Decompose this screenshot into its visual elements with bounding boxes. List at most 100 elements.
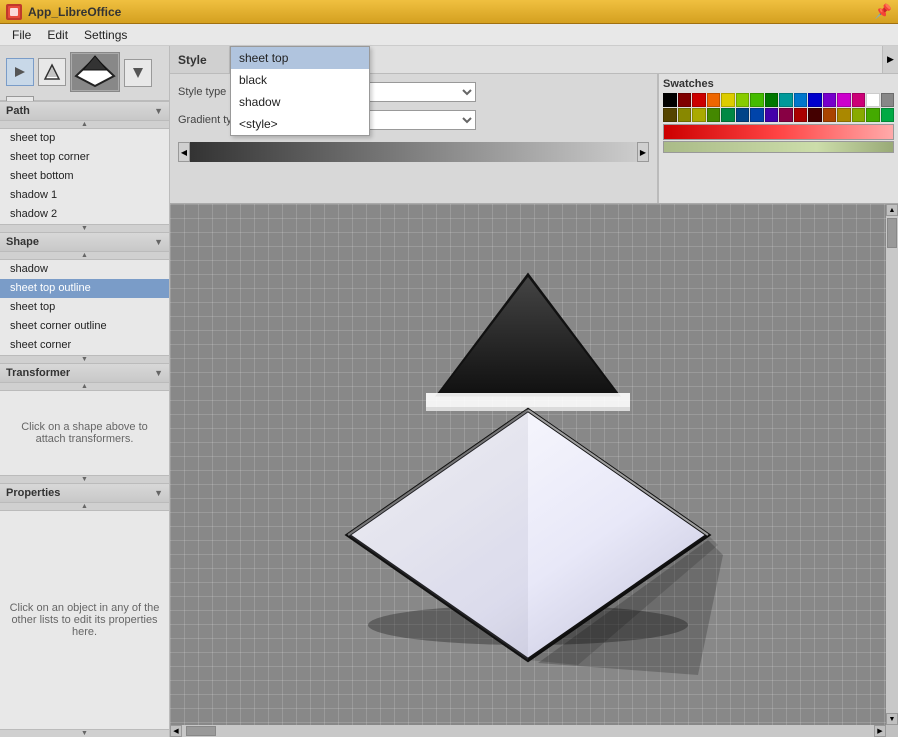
style-option-sheet-top[interactable]: sheet top [231,47,369,69]
left-sections: Path ▼ ▲ sheet top sheet top corner shee… [0,101,169,737]
gradient-scroll-right[interactable]: ▶ [637,142,649,162]
swatch-green[interactable] [750,93,764,107]
transformer-arrow-icon: ▼ [154,368,163,378]
swatch-r2-13[interactable] [837,108,851,122]
swatch-r2-8[interactable] [765,108,779,122]
properties-section-header[interactable]: Properties ▼ [0,483,169,503]
swatch-r2-1[interactable] [663,108,677,122]
swatch-r2-12[interactable] [823,108,837,122]
style-scroll-right[interactable]: ▶ [882,46,898,73]
vscroll-up-arrow[interactable]: ▲ [886,204,898,216]
properties-scroll-up[interactable]: ▲ [0,503,169,511]
menu-settings[interactable]: Settings [76,26,135,44]
toolbar-area [0,46,169,101]
path-item-shadow-1[interactable]: shadow 1 [0,186,169,205]
shape-item-sheet-corner-outline[interactable]: sheet corner outline [0,317,169,336]
path-item-sheet-bottom[interactable]: sheet bottom [0,167,169,186]
swatches-title: Swatches [663,78,894,90]
transformer-scroll-down[interactable]: ▼ [0,475,169,483]
swatch-black[interactable] [663,93,677,107]
red-gradient-swatch[interactable] [663,124,894,140]
path-scroll-up[interactable]: ▲ [0,121,169,129]
swatch-r2-10[interactable] [794,108,808,122]
swatch-r2-14[interactable] [852,108,866,122]
gradient-scroll-left[interactable]: ◀ [178,142,190,162]
path-item-sheet-top[interactable]: sheet top [0,129,169,148]
swatch-r2-16[interactable] [881,108,895,122]
hscroll-track[interactable] [182,725,874,737]
shape-item-sheet-top[interactable]: sheet top [0,298,169,317]
swatch-yellow-green[interactable] [736,93,750,107]
swatch-r2-11[interactable] [808,108,822,122]
vscroll-down-arrow[interactable]: ▼ [886,713,898,725]
swatch-teal[interactable] [779,93,793,107]
transformer-section-header[interactable]: Transformer ▼ [0,363,169,383]
shape-scroll-down[interactable]: ▼ [0,355,169,363]
style-option-shadow[interactable]: shadow [231,91,369,113]
menu-file[interactable]: File [4,26,39,44]
style-option-black[interactable]: black [231,69,369,91]
vscroll-track[interactable] [886,216,898,713]
shape-item-sheet-top-outline[interactable]: sheet top outline [0,279,169,298]
swatch-r2-9[interactable] [779,108,793,122]
horizontal-scrollbar[interactable]: ◀ ▶ [170,725,886,737]
vscroll-thumb[interactable] [887,218,897,248]
shape-section-header[interactable]: Shape ▼ [0,232,169,252]
swatch-r2-4[interactable] [707,108,721,122]
swatch-magenta[interactable] [837,93,851,107]
swatch-blue[interactable] [808,93,822,107]
swatch-r2-3[interactable] [692,108,706,122]
center-area: Style sheet top black shadow <style> ▶ S… [170,46,898,737]
gradient-bar [190,142,637,162]
transformer-scroll-up[interactable]: ▲ [0,383,169,391]
shape-scroll-up[interactable]: ▲ [0,252,169,260]
swatch-gray[interactable] [881,93,895,107]
green-gradient-swatch[interactable] [663,141,894,153]
style-dropdown-list: sheet top black shadow <style> [230,46,370,136]
path-item-sheet-top-corner[interactable]: sheet top corner [0,148,169,167]
pin-icon[interactable]: 📌 [875,3,892,20]
arrow-tool-button[interactable] [6,58,34,86]
transformer-title: Transformer [6,367,70,379]
path-item-shadow-2[interactable]: shadow 2 [0,205,169,224]
canvas-area[interactable]: ▲ ▼ ◀ ▶ [170,204,898,737]
shape-item-shadow[interactable]: shadow [0,260,169,279]
swatch-white[interactable] [866,93,880,107]
shape-arrow-icon: ▼ [154,237,163,247]
hscroll-right-arrow[interactable]: ▶ [874,725,886,737]
path-arrow-icon: ▼ [154,106,163,116]
menu-edit[interactable]: Edit [39,26,76,44]
properties-scroll-down[interactable]: ▼ [0,729,169,737]
swatch-yellow[interactable] [721,93,735,107]
swatch-darkred[interactable] [678,93,692,107]
path-section-header[interactable]: Path ▼ [0,101,169,121]
scroll-corner [886,725,898,737]
sheet-icon-1-button[interactable] [38,58,66,86]
swatch-r2-15[interactable] [866,108,880,122]
swatch-red[interactable] [692,93,706,107]
properties-title: Properties [6,487,60,499]
swatch-r2-6[interactable] [736,108,750,122]
path-scroll-down[interactable]: ▼ [0,224,169,232]
style-dropdown-container: sheet top black shadow <style> [230,46,370,136]
gradient-scroll-row: ◀ ▶ [178,142,649,162]
swatch-r2-2[interactable] [678,108,692,122]
hscroll-thumb[interactable] [186,726,216,736]
swatch-purple[interactable] [823,93,837,107]
style-option-style[interactable]: <style> [231,113,369,135]
shape-item-sheet-corner[interactable]: sheet corner [0,336,169,355]
vertical-scrollbar[interactable]: ▲ ▼ [886,204,898,725]
swatch-r2-5[interactable] [721,108,735,122]
swatch-dark-green[interactable] [765,93,779,107]
swatch-cyan-blue[interactable] [794,93,808,107]
hscroll-left-arrow[interactable]: ◀ [170,725,182,737]
gradient-preview-area: ◀ ▶ [178,142,649,162]
shape-list: shadow sheet top outline sheet top sheet… [0,260,169,355]
arrow-tool-2-button[interactable] [124,59,152,87]
menubar: File Edit Settings [0,24,898,46]
style-bar: Style sheet top black shadow <style> ▶ [170,46,898,74]
swatch-orange[interactable] [707,93,721,107]
swatch-pink[interactable] [852,93,866,107]
swatches-panel: Swatches [658,74,898,203]
swatch-r2-7[interactable] [750,108,764,122]
